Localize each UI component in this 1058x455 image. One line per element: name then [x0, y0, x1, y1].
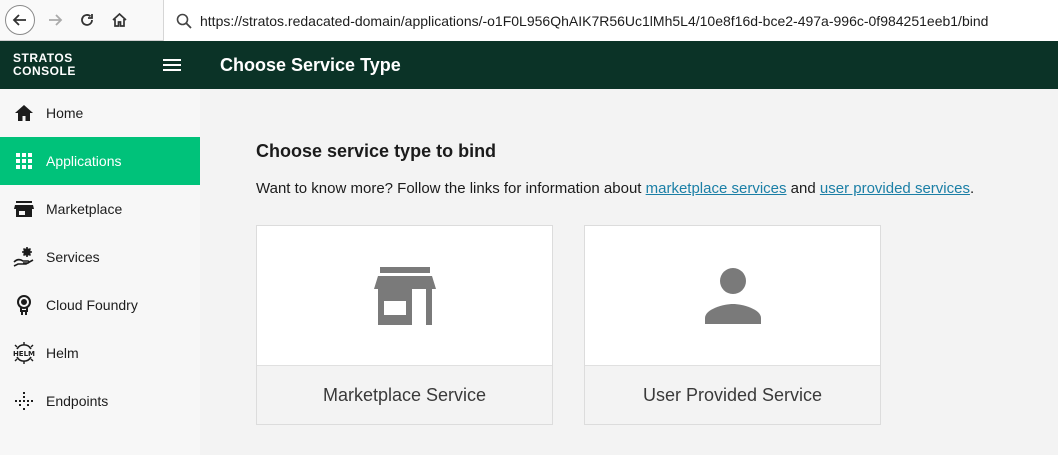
card-icon-area — [257, 226, 552, 365]
browser-toolbar: https://stratos.redacated-domain/applica… — [0, 0, 1058, 41]
sidebar: Home Applications Marketplace Services C… — [0, 89, 200, 455]
sidebar-item-marketplace[interactable]: Marketplace — [0, 185, 200, 233]
home-icon — [11, 101, 37, 125]
sidebar-item-endpoints[interactable]: Endpoints — [0, 377, 200, 425]
svg-text:HELM: HELM — [13, 350, 35, 358]
sidebar-item-label: Endpoints — [46, 393, 109, 409]
sidebar-item-helm[interactable]: HELM Helm — [0, 329, 200, 377]
info-text: Want to know more? Follow the links for … — [256, 180, 975, 197]
sidebar-item-label: Applications — [46, 153, 122, 169]
back-button[interactable] — [5, 5, 35, 35]
person-icon — [704, 267, 761, 324]
card-label: Marketplace Service — [257, 365, 552, 424]
card-label: User Provided Service — [585, 365, 880, 424]
sidebar-item-services[interactable]: Services — [0, 233, 200, 281]
helm-icon: HELM — [11, 341, 37, 365]
sidebar-item-applications[interactable]: Applications — [0, 137, 200, 185]
app-logo-block: STRATOS CONSOLE — [0, 41, 200, 89]
marketplace-services-link[interactable]: marketplace services — [646, 180, 787, 197]
services-icon — [11, 245, 37, 269]
forward-button[interactable] — [40, 5, 70, 35]
sidebar-item-cloud-foundry[interactable]: Cloud Foundry — [0, 281, 200, 329]
reload-icon — [81, 14, 93, 26]
sidebar-item-label: Home — [46, 105, 84, 121]
section-heading: Choose service type to bind — [256, 141, 497, 161]
reload-button[interactable] — [72, 5, 102, 35]
main-content: Choose service type to bind Want to know… — [200, 89, 1058, 455]
sidebar-item-label: Helm — [46, 345, 79, 361]
page-header: Choose Service Type — [200, 41, 1058, 89]
menu-toggle-icon[interactable] — [163, 59, 181, 71]
store-icon — [373, 266, 436, 325]
home-button[interactable] — [104, 5, 134, 35]
home-icon — [111, 12, 127, 27]
app-logo[interactable]: STRATOS CONSOLE — [13, 52, 133, 78]
sidebar-item-home[interactable]: Home — [0, 89, 200, 137]
user-provided-services-link[interactable]: user provided services — [820, 180, 970, 197]
url-text[interactable]: https://stratos.redacated-domain/applica… — [200, 13, 988, 29]
search-icon — [176, 13, 192, 29]
user-provided-service-card[interactable]: User Provided Service — [584, 225, 881, 425]
sidebar-item-label: Cloud Foundry — [46, 297, 138, 313]
sidebar-item-label: Marketplace — [46, 201, 123, 217]
back-arrow-icon — [12, 14, 26, 26]
card-icon-area — [585, 226, 880, 365]
apps-grid-icon — [11, 149, 37, 173]
page-title: Choose Service Type — [220, 54, 401, 75]
cloud-foundry-icon — [11, 293, 37, 317]
sidebar-item-label: Services — [46, 249, 100, 265]
marketplace-service-card[interactable]: Marketplace Service — [256, 225, 553, 425]
address-bar[interactable]: https://stratos.redacated-domain/applica… — [163, 0, 1058, 41]
forward-arrow-icon — [49, 14, 63, 26]
endpoints-icon — [11, 389, 37, 413]
store-icon — [11, 197, 37, 221]
